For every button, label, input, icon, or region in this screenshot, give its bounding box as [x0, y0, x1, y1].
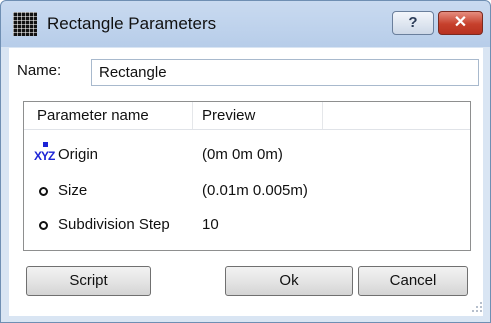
parameter-preview: (0.01m 0.005m) — [202, 182, 308, 199]
table-header: Parameter name Preview — [24, 102, 470, 130]
grid-app-icon — [13, 12, 37, 36]
cancel-button[interactable]: Cancel — [358, 266, 468, 296]
close-button[interactable]: ✕ — [438, 11, 483, 35]
xyz-icon: XYZ — [34, 142, 58, 168]
xyz-icon-text: XYZ — [34, 149, 55, 163]
xyz-icon-dot — [43, 142, 48, 147]
ok-button[interactable]: Ok — [225, 266, 353, 296]
table-row-size[interactable]: Size (0.01m 0.005m) — [24, 176, 470, 208]
help-button[interactable]: ? — [392, 11, 434, 35]
parameter-preview: 10 — [202, 216, 219, 233]
table-row-subdivision-step[interactable]: Subdivision Step 10 — [24, 210, 470, 242]
column-header-parameter-name[interactable]: Parameter name — [37, 107, 149, 124]
name-label: Name: — [17, 62, 62, 79]
radio-icon — [39, 187, 48, 196]
parameter-preview: (0m 0m 0m) — [202, 146, 283, 163]
name-input[interactable] — [91, 59, 479, 86]
resize-grip-icon[interactable] — [471, 301, 483, 313]
parameter-name: Origin — [58, 146, 99, 163]
dialog-window: Rectangle Parameters ? ✕ Name: Parameter… — [0, 0, 491, 323]
parameter-name: Subdivision Step — [58, 216, 170, 233]
parameter-name: Size — [58, 182, 88, 199]
window-title: Rectangle Parameters — [47, 14, 217, 33]
column-divider[interactable] — [322, 102, 323, 129]
radio-icon — [39, 221, 48, 230]
column-header-preview[interactable]: Preview — [202, 107, 255, 124]
column-divider[interactable] — [192, 102, 193, 129]
table-row-origin[interactable]: XYZ Origin (0m 0m 0m) — [24, 140, 470, 172]
parameters-table: Parameter name Preview XYZ Origin (0m 0m… — [23, 101, 471, 251]
script-button[interactable]: Script — [26, 266, 151, 296]
title-bar[interactable]: Rectangle Parameters ? ✕ — [1, 1, 490, 47]
